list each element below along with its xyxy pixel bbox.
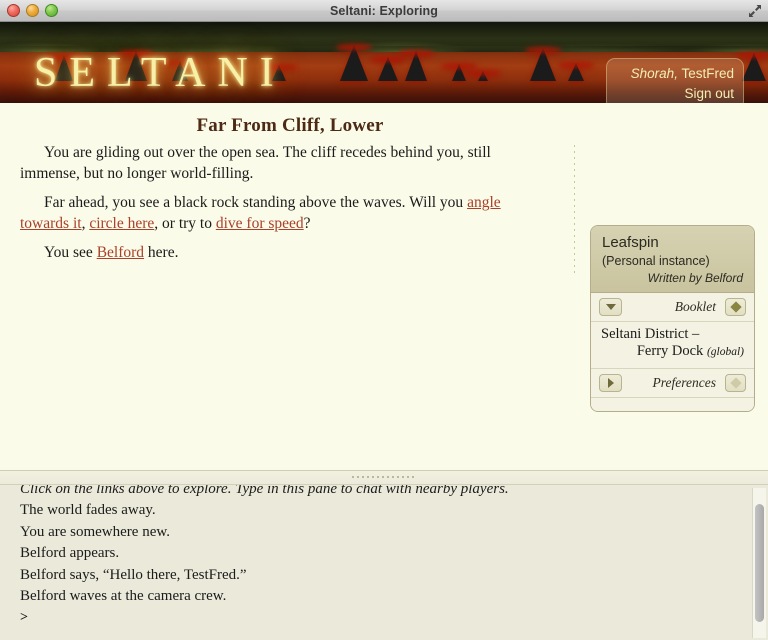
vertical-dotted-divider (574, 145, 575, 275)
pane-splitter[interactable] (0, 471, 768, 485)
page-title: Far From Cliff, Lower (196, 115, 384, 136)
chat-scrollbar[interactable] (752, 488, 766, 638)
panel-footer (591, 397, 754, 411)
preferences-row[interactable]: Preferences (591, 368, 754, 398)
story-link[interactable]: circle here (89, 215, 154, 232)
main-content-pane: Far From Cliff, Lower You are gliding ou… (0, 103, 768, 471)
booklet-collapse-toggle[interactable] (599, 298, 622, 316)
chat-line: Click on the links above to explore. Typ… (20, 485, 509, 497)
instance-panel: Leafspin (Personal instance) Written by … (590, 225, 755, 412)
chat-line: Belford appears. (20, 545, 120, 562)
zoom-button[interactable] (45, 4, 58, 17)
chat-pane[interactable]: Click on the links above to explore. Typ… (0, 485, 768, 640)
chat-line: You are somewhere new. (20, 523, 170, 540)
preferences-action-button[interactable] (725, 373, 746, 392)
fullscreen-icon[interactable] (747, 3, 763, 19)
paragraph: You are gliding out over the open sea. T… (20, 143, 536, 184)
banner-rock-8 (452, 64, 466, 81)
banner-rock-5 (340, 45, 368, 81)
paragraph: You see Belford here. (20, 243, 536, 264)
preferences-label: Preferences (652, 374, 716, 390)
close-button[interactable] (7, 4, 20, 17)
instance-author: Written by Belford (647, 271, 743, 285)
window-title: Seltani: Exploring (329, 3, 439, 18)
window-controls (7, 4, 58, 17)
banner-cliff-art (0, 22, 768, 56)
user-name: TestFred (681, 66, 734, 81)
banner-rock-10 (530, 48, 556, 81)
splitter-grip-handle[interactable] (352, 476, 416, 478)
seltani-logo: SELTANI (34, 50, 286, 96)
chat-scrollbar-thumb[interactable] (755, 504, 764, 622)
minimize-button[interactable] (26, 4, 39, 17)
user-session-box: Shorah, TestFred Sign out (606, 58, 744, 103)
story-text: here. (144, 244, 179, 262)
app-window: Seltani: Exploring SELTANI Shorah, TestF… (0, 0, 768, 640)
paragraph: Far ahead, you see a black rock standing… (20, 193, 536, 234)
chevron-down-icon (605, 304, 616, 310)
location-line-2: Ferry Dock (636, 343, 704, 360)
site-banner: SELTANI Shorah, TestFred Sign out (0, 22, 768, 103)
user-greeting: Shorah, TestFred (616, 64, 734, 84)
story-text: , or try to (154, 214, 216, 232)
booklet-row[interactable]: Booklet (591, 293, 754, 322)
diamond-icon (729, 301, 742, 313)
story-text: You see (44, 244, 97, 262)
preferences-expand-toggle[interactable] (599, 373, 622, 392)
story-text: ? (303, 214, 311, 232)
banner-rock-11 (568, 63, 584, 81)
instance-type: (Personal instance) (602, 254, 710, 268)
room-description: You are gliding out over the open sea. T… (0, 143, 558, 273)
chat-input-prompt[interactable]: > (20, 608, 756, 628)
chat-line: Belford says, “Hello there, TestFred.” (20, 566, 247, 583)
location-scope: (global) (706, 346, 744, 359)
booklet-location: Seltani District – Ferry Dock (global) (591, 322, 754, 369)
window-titlebar[interactable]: Seltani: Exploring (0, 0, 768, 22)
greeting-prefix: Shorah, (630, 66, 678, 81)
banner-rock-7 (405, 51, 427, 81)
booklet-action-button[interactable] (725, 298, 746, 316)
sign-out-link[interactable]: Sign out (684, 86, 734, 101)
chat-line: Belford waves at the camera crew. (20, 588, 227, 605)
location-line-1: Seltani District – (601, 326, 700, 342)
chat-line: The world fades away. (20, 502, 156, 519)
story-link[interactable]: dive for speed (216, 215, 304, 232)
instance-panel-header: Leafspin (Personal instance) Written by … (591, 226, 754, 293)
chat-log: Click on the links above to explore. Typ… (0, 485, 768, 628)
chevron-right-icon (607, 377, 614, 388)
story-text: You are gliding out over the open sea. T… (20, 144, 491, 182)
story-text: Far ahead, you see a black rock standing… (44, 194, 468, 212)
location-line-2-wrap: Ferry Dock (global) (601, 343, 744, 360)
banner-rock-9 (478, 71, 488, 81)
instance-name: Leafspin (602, 234, 659, 251)
diamond-icon (729, 377, 742, 389)
banner-rock-6 (378, 57, 398, 81)
banner-rock-12 (742, 53, 766, 81)
booklet-label: Booklet (674, 299, 716, 314)
story-link[interactable]: Belford (97, 244, 144, 261)
